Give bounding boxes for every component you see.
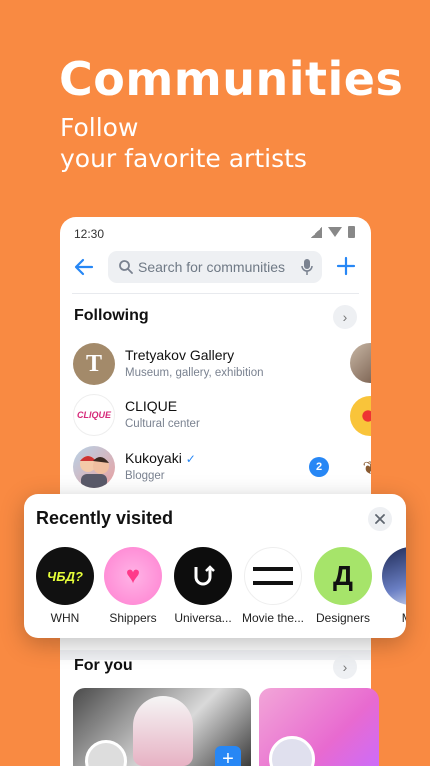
peek-avatar-2 xyxy=(350,396,371,436)
wifi-icon xyxy=(328,227,342,237)
following-item-name: Tretyakov Gallery xyxy=(125,347,235,363)
hero-subtitle: Follow your favorite artists xyxy=(60,112,307,174)
chevron-right-icon: › xyxy=(342,309,348,325)
my-avatar xyxy=(382,547,406,605)
designers-avatar: Д xyxy=(314,547,372,605)
recently-visited-popup: Recently visited ЧБД? WHN ♥ Shippers Uni… xyxy=(24,494,406,638)
avatar-letter: T xyxy=(85,350,102,377)
avatar-logo-text: CLIQUE xyxy=(76,410,111,420)
recent-item-label: Universa... xyxy=(174,611,232,625)
hero-subtitle-line1: Follow xyxy=(60,113,139,142)
battery-icon xyxy=(348,226,355,238)
u-logo-icon xyxy=(194,565,215,586)
card-avatar xyxy=(269,736,315,766)
card-photo xyxy=(133,696,193,766)
hero-subtitle-line2: your favorite artists xyxy=(60,144,307,173)
movie-avatar xyxy=(244,547,302,605)
microphone-icon[interactable] xyxy=(300,258,314,276)
recent-item-designers[interactable]: Д Designers xyxy=(314,547,372,625)
reindeer-icon: ❦ xyxy=(362,458,371,478)
search-input[interactable] xyxy=(138,251,294,283)
following-item-kukoyaki[interactable]: Kukoyaki ✓ Blogger 2 xyxy=(73,446,353,490)
following-item-name: Kukoyaki ✓ xyxy=(125,450,196,466)
whn-avatar: ЧБД? xyxy=(36,547,94,605)
peek-avatar-3: ❦ xyxy=(350,448,371,488)
divider xyxy=(72,293,359,294)
search-icon xyxy=(119,260,133,274)
signal-icon xyxy=(311,226,322,238)
close-icon xyxy=(375,514,385,524)
recent-item-whn[interactable]: ЧБД? WHN xyxy=(36,547,94,625)
for-you-title: For you xyxy=(74,657,133,674)
search-box[interactable] xyxy=(108,251,322,283)
following-item-clique[interactable]: CLIQUE CLIQUE Cultural center xyxy=(73,394,353,438)
universal-avatar xyxy=(174,547,232,605)
recent-item-movie[interactable]: Movie the... xyxy=(242,547,304,625)
recent-item-label: WHN xyxy=(50,611,80,625)
chevron-right-icon: › xyxy=(342,659,348,675)
status-bar: 12:30 xyxy=(60,217,371,249)
shippers-avatar: ♥ xyxy=(104,547,162,605)
status-time: 12:30 xyxy=(74,227,105,241)
kukoyaki-avatar xyxy=(73,446,115,488)
back-arrow-icon[interactable] xyxy=(72,255,96,279)
following-more-button[interactable]: › xyxy=(333,305,357,329)
for-you-card-2[interactable] xyxy=(259,688,379,766)
avatar-logo-text: ЧБД? xyxy=(47,568,83,584)
hearts-icon: ♥ xyxy=(125,562,141,589)
peek-avatar-1 xyxy=(350,343,371,383)
recent-item-my[interactable]: Мы xyxy=(382,547,406,625)
avatar-logo-text: Д xyxy=(333,560,353,591)
following-item-desc: Blogger xyxy=(125,470,165,482)
following-item-name: CLIQUE xyxy=(125,398,178,414)
unread-badge: 2 xyxy=(309,457,329,477)
recent-item-shippers[interactable]: ♥ Shippers xyxy=(104,547,162,625)
hero-title: Communities xyxy=(59,52,404,106)
for-you-more-button[interactable]: › xyxy=(333,655,357,679)
cartoon-avatar-icon xyxy=(80,456,109,488)
recent-item-label: Shippers xyxy=(109,611,157,625)
for-you-card-1[interactable]: + xyxy=(73,688,251,766)
phone-screen: 12:30 Following › xyxy=(60,217,371,766)
card-add-icon[interactable]: + xyxy=(215,746,241,766)
recent-item-universal[interactable]: Universa... xyxy=(174,547,232,625)
verified-check-icon: ✓ xyxy=(185,452,196,466)
tretyakov-avatar: T xyxy=(73,343,115,385)
clique-avatar: CLIQUE xyxy=(73,394,115,436)
close-button[interactable] xyxy=(368,507,392,531)
following-item-tretyakov[interactable]: T Tretyakov Gallery Museum, gallery, exh… xyxy=(73,343,353,387)
recent-item-label: Мы xyxy=(375,611,406,625)
add-community-icon[interactable] xyxy=(335,255,357,277)
equals-logo-icon xyxy=(253,567,293,585)
card-avatar xyxy=(85,740,127,766)
recently-visited-title: Recently visited xyxy=(36,508,174,528)
recent-item-label: Movie the... xyxy=(241,611,305,625)
recent-item-label: Designers xyxy=(315,611,371,625)
name-text: Kukoyaki xyxy=(125,450,182,466)
following-title: Following xyxy=(74,307,149,324)
following-item-desc: Museum, gallery, exhibition xyxy=(125,367,264,379)
following-item-desc: Cultural center xyxy=(125,418,200,430)
search-row xyxy=(60,251,371,287)
